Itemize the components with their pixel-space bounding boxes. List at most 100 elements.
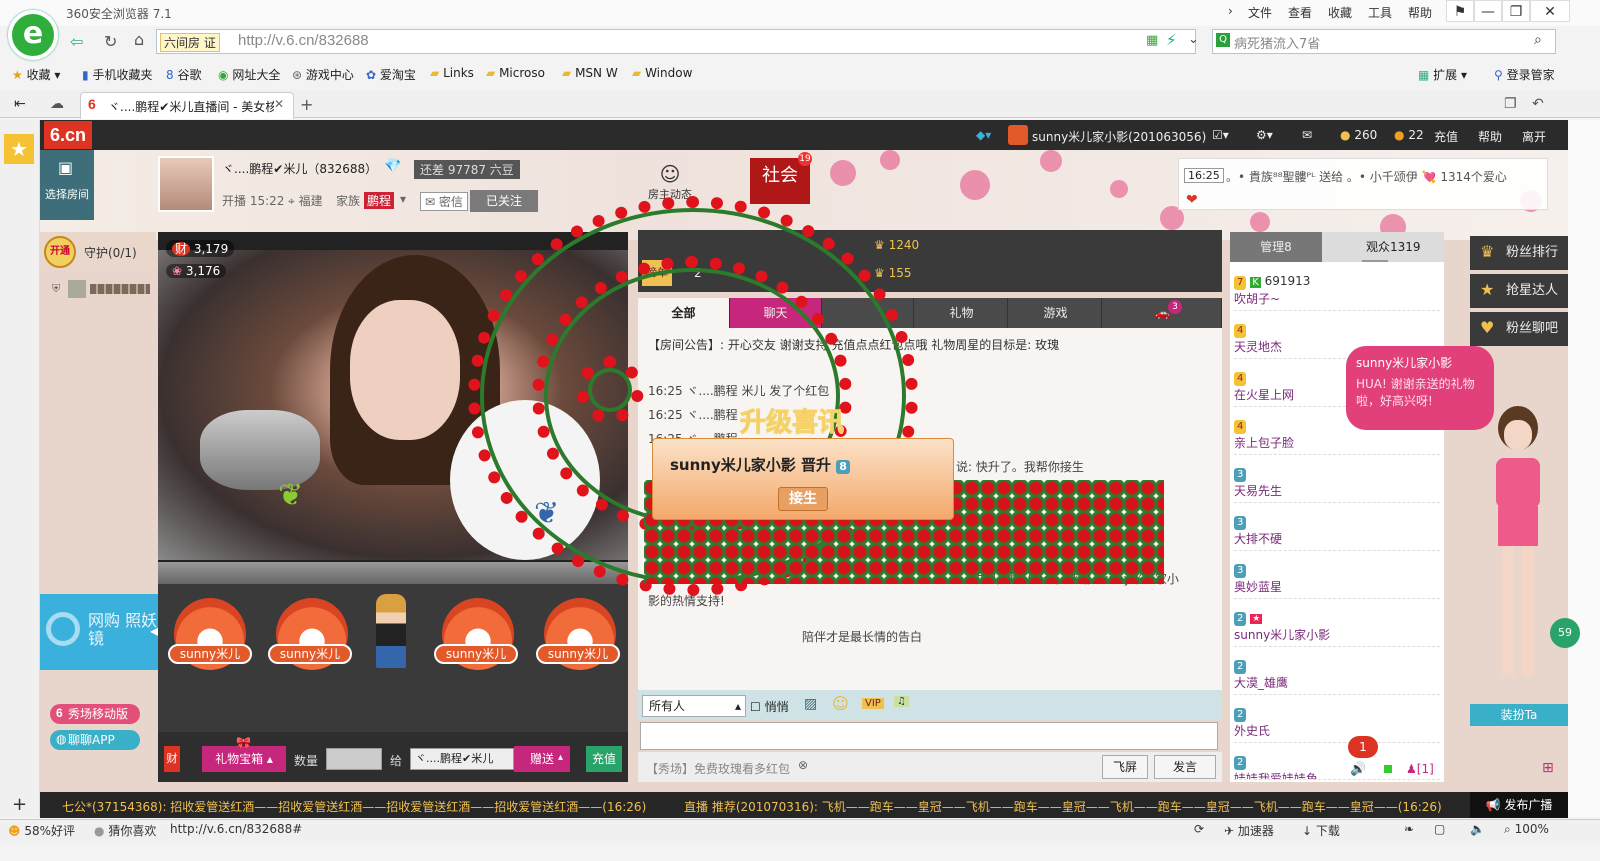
favorites-star-icon[interactable]: ★ [4, 134, 34, 164]
dress-up-button[interactable]: 装扮Ta [1470, 704, 1568, 726]
audience-label[interactable]: sunny米儿 [268, 644, 352, 664]
recharge-button[interactable]: 充值 [586, 746, 622, 772]
speed-icon[interactable]: ⚡ [1166, 31, 1177, 49]
promo-text[interactable]: 【秀场】免费玫瑰看多红包 [646, 760, 790, 777]
list-item[interactable]: 2 ★ sunny米儿家小影 [1234, 610, 1440, 647]
mobile-version-button[interactable]: 秀场移动版 [50, 704, 140, 724]
deliver-button[interactable]: 接生 [778, 487, 828, 511]
qr-icon[interactable]: ▦ [1146, 33, 1158, 48]
wealth-tag[interactable]: 财 [164, 746, 180, 772]
site-logo[interactable]: 6.cn [44, 121, 92, 149]
bookmark-msn[interactable]: ▰ MSN W [562, 66, 618, 80]
extensions-button[interactable]: ▦ 扩展 ▾ [1418, 66, 1467, 83]
bookmark-hao[interactable]: ◉ 网址大全 [218, 66, 280, 83]
back-icon[interactable]: ⇦ [70, 32, 83, 51]
chevron-down-icon[interactable]: ⌄ [1188, 32, 1199, 47]
tab-gifts[interactable]: 礼物 [916, 298, 1008, 328]
search-input[interactable]: 病死猪流入7省 [1234, 33, 1320, 52]
pin-icon[interactable]: ⚑ [1446, 0, 1474, 22]
menu-view[interactable]: 查看 [1288, 4, 1312, 21]
bookmark-mobile[interactable]: ▮ 手机收藏夹 [82, 66, 152, 83]
zoom[interactable]: ⌕ 100% [1504, 822, 1549, 837]
list-item[interactable]: 3 天易先生 [1234, 466, 1440, 503]
bookmark-windows[interactable]: ▰ Window [632, 66, 692, 80]
menu-favorites[interactable]: 收藏 [1328, 4, 1352, 21]
sidebar-toggle-icon[interactable]: ⇤ [14, 96, 26, 112]
list-item[interactable]: 2 外史氏 [1234, 706, 1440, 743]
cloud-icon[interactable]: ☁ [50, 96, 64, 112]
window-icon[interactable]: ▢ [1434, 822, 1445, 836]
avatar-boy-figure[interactable] [376, 594, 406, 668]
leaf-icon[interactable]: ❧ [1404, 822, 1414, 836]
recipient-input[interactable]: ヾ....鹏程✔米儿 [410, 748, 514, 770]
edit-icon[interactable]: ☑▾ [1212, 128, 1229, 142]
user-avatar[interactable] [1008, 125, 1028, 145]
help-link[interactable]: 帮助 [1478, 128, 1502, 145]
volume-icon[interactable]: 🔈 [1470, 822, 1485, 836]
window-icon[interactable]: ❐ [1504, 96, 1517, 112]
guard-member-avatar[interactable] [68, 280, 86, 298]
emoji-icon[interactable]: ☺ [832, 694, 849, 713]
chat-input[interactable] [640, 722, 1218, 750]
list-item[interactable]: 3 大排不硬 [1234, 514, 1440, 551]
add-icon[interactable]: ⊞ [1542, 760, 1554, 776]
bookmark-google[interactable]: 8 谷歌 [166, 66, 201, 83]
notification-badge[interactable]: 1 [1348, 736, 1378, 758]
close-button[interactable]: ✕ [1530, 0, 1570, 22]
chevron-up-icon[interactable]: ▴ [558, 752, 563, 763]
dress-up-character[interactable] [1478, 406, 1562, 696]
browser-logo-icon[interactable]: e [8, 10, 58, 60]
menu-file[interactable]: 文件 [1248, 4, 1272, 21]
private-message-button[interactable]: ✉ 密信 [420, 192, 468, 211]
audience-label[interactable]: sunny米儿 [434, 644, 518, 664]
bookmark-microsoft[interactable]: ▰ Microso [486, 66, 545, 80]
bookmark-favorites[interactable]: ★ 收藏 ▾ [12, 66, 60, 83]
address-url[interactable]: http://v.6.cn/832688 [238, 32, 369, 49]
bookmark-games[interactable]: ⊛ 游戏中心 [292, 66, 354, 83]
user-name[interactable]: sunny米儿家小影(201063056) [1032, 128, 1206, 145]
whisper-checkbox[interactable]: ☐ 悄悄 [750, 698, 789, 715]
quantity-input[interactable] [326, 748, 382, 770]
recharge-link[interactable]: 充值 [1434, 128, 1458, 145]
video-control-strip[interactable] [158, 562, 628, 584]
list-item[interactable]: 3 奥妙蓝星 [1234, 562, 1440, 599]
list-item[interactable]: 7 K 691913 吹胡子~ [1234, 274, 1440, 311]
tab-admins[interactable]: 管理8 [1230, 232, 1322, 262]
publish-broadcast-button[interactable]: 📢 发布广播 [1470, 792, 1568, 818]
chat-target-select[interactable]: 所有人 ▴ [642, 695, 746, 717]
status-icon[interactable]: ◆▾ [976, 128, 991, 142]
menu-help[interactable]: 帮助 [1408, 4, 1432, 21]
tab-games[interactable]: 游戏 [1010, 298, 1102, 328]
guess-like[interactable]: ● 猜你喜欢 [94, 822, 156, 839]
family-tag[interactable]: 鹏程 [364, 192, 395, 209]
new-tab-icon[interactable]: + [300, 95, 313, 114]
side-badge[interactable]: 59 [1550, 618, 1580, 648]
ticker-message-right[interactable]: 直播 推荐(201070316): 飞机——跑车——皇冠——飞机——跑车——皇冠… [684, 798, 1442, 815]
search-engine-icon[interactable]: Q [1216, 33, 1230, 47]
close-icon[interactable]: ⊗ [798, 758, 808, 772]
minimize-button[interactable]: — [1474, 0, 1502, 22]
guard-open-button[interactable]: 开通 [44, 236, 76, 268]
home-icon[interactable]: ⌂ [134, 30, 144, 49]
tab-close-icon[interactable]: ✕ [274, 97, 284, 111]
mail-icon[interactable]: ✉ [1302, 128, 1312, 142]
login-button[interactable]: ⚲ 登录管家 [1494, 66, 1555, 83]
bookmark-taobao[interactable]: ✿ 爱淘宝 [366, 66, 416, 83]
add-icon[interactable]: + [12, 794, 27, 815]
bookmark-links[interactable]: ▰ Links [430, 66, 474, 80]
site-cert-badge[interactable]: 六间房 证 [160, 33, 220, 52]
gift-emote-icon[interactable]: ♫ [894, 696, 909, 707]
tab-car[interactable]: 🚗 [1104, 298, 1222, 328]
search-icon[interactable]: ⌕ [1534, 32, 1542, 48]
ticker-message-left[interactable]: 七公*(37154368): 招收爱管送红酒——招收爱管送红酒——招收爱管送红酒… [62, 798, 646, 815]
tab-title[interactable]: ヾ....鹏程✔米儿直播间 - 美女核 [108, 98, 274, 115]
audience-label[interactable]: sunny米儿 [168, 644, 252, 664]
vip-icon[interactable]: VIP [862, 698, 884, 709]
send-message-button[interactable]: 发言 [1154, 755, 1216, 779]
tab-audience[interactable]: 观众1319 [1366, 238, 1421, 255]
accelerator[interactable]: ✈ 加速器 [1224, 822, 1274, 839]
rating[interactable]: ☻ 58%好评 [8, 822, 75, 839]
list-item[interactable]: 2 大漠_雄鹰 [1234, 658, 1440, 695]
speaker-icon[interactable]: 🔊 [1350, 762, 1366, 777]
menu-arrow-icon[interactable]: › [1228, 4, 1233, 18]
